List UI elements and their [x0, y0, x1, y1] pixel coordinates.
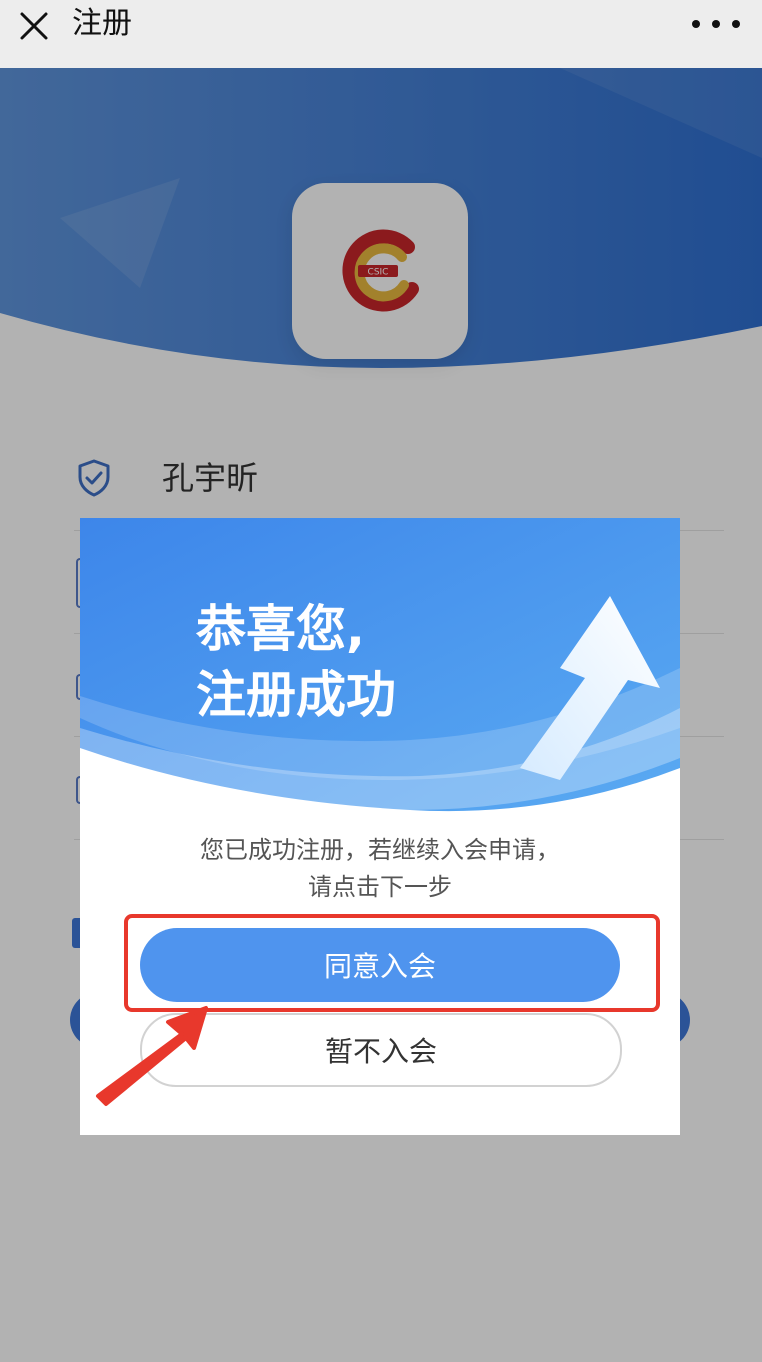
success-title-line2: 注册成功 [196, 666, 396, 724]
success-message: 您已成功注册，若继续入会申请， 请点击下一步 [80, 832, 680, 906]
close-button[interactable] [14, 6, 54, 46]
annotation-arrow-icon [96, 1006, 208, 1106]
success-message-line2: 请点击下一步 [308, 873, 452, 901]
success-title: 恭喜您, 注册成功 [196, 596, 396, 728]
more-icon [692, 20, 700, 28]
more-button[interactable] [692, 12, 740, 36]
top-nav-bar: 注册 [0, 0, 762, 68]
page-title: 注册 [72, 6, 132, 41]
success-title-line1: 恭喜您, [196, 600, 365, 658]
success-message-line1: 您已成功注册，若继续入会申请， [200, 836, 560, 864]
highlight-box [124, 914, 660, 1012]
close-icon [20, 12, 48, 40]
